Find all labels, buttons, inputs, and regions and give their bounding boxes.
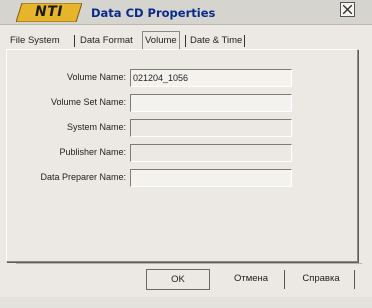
help-button[interactable]: Справка bbox=[290, 269, 352, 290]
window-title: Data CD Properties bbox=[91, 6, 216, 20]
close-button[interactable] bbox=[340, 2, 355, 17]
tab-separator bbox=[185, 35, 186, 47]
publisher-name-label: Publisher Name: bbox=[59, 147, 126, 157]
data-preparer-name-label: Data Preparer Name: bbox=[40, 172, 126, 182]
volume-name-field[interactable]: 021204_1056 bbox=[130, 69, 292, 87]
volume-set-name-field[interactable] bbox=[130, 94, 292, 112]
system-name-label: System Name: bbox=[66, 122, 126, 132]
system-name-field[interactable] bbox=[130, 119, 292, 137]
button-separator bbox=[354, 270, 355, 289]
volume-set-name-label: Volume Set Name: bbox=[50, 97, 126, 107]
bottom-strip bbox=[0, 297, 372, 308]
tab-data-format[interactable]: Data Format bbox=[78, 33, 135, 49]
button-separator bbox=[284, 270, 285, 289]
title-bar: NTI Data CD Properties bbox=[0, 0, 372, 25]
publisher-name-field[interactable] bbox=[130, 144, 292, 162]
tab-separator bbox=[244, 35, 245, 47]
data-preparer-name-field[interactable] bbox=[130, 169, 292, 187]
ok-button[interactable]: OK bbox=[146, 269, 210, 290]
close-icon bbox=[343, 5, 352, 14]
logo-text: NTI bbox=[35, 4, 63, 20]
tab-file-system[interactable]: File System bbox=[8, 33, 62, 49]
cancel-button[interactable]: Отмена bbox=[222, 269, 280, 290]
volume-name-label: Volume Name: bbox=[66, 72, 126, 82]
tab-date-time[interactable]: Date & Time bbox=[188, 33, 244, 49]
tab-volume[interactable]: Volume bbox=[142, 31, 180, 49]
tab-separator bbox=[74, 35, 75, 47]
